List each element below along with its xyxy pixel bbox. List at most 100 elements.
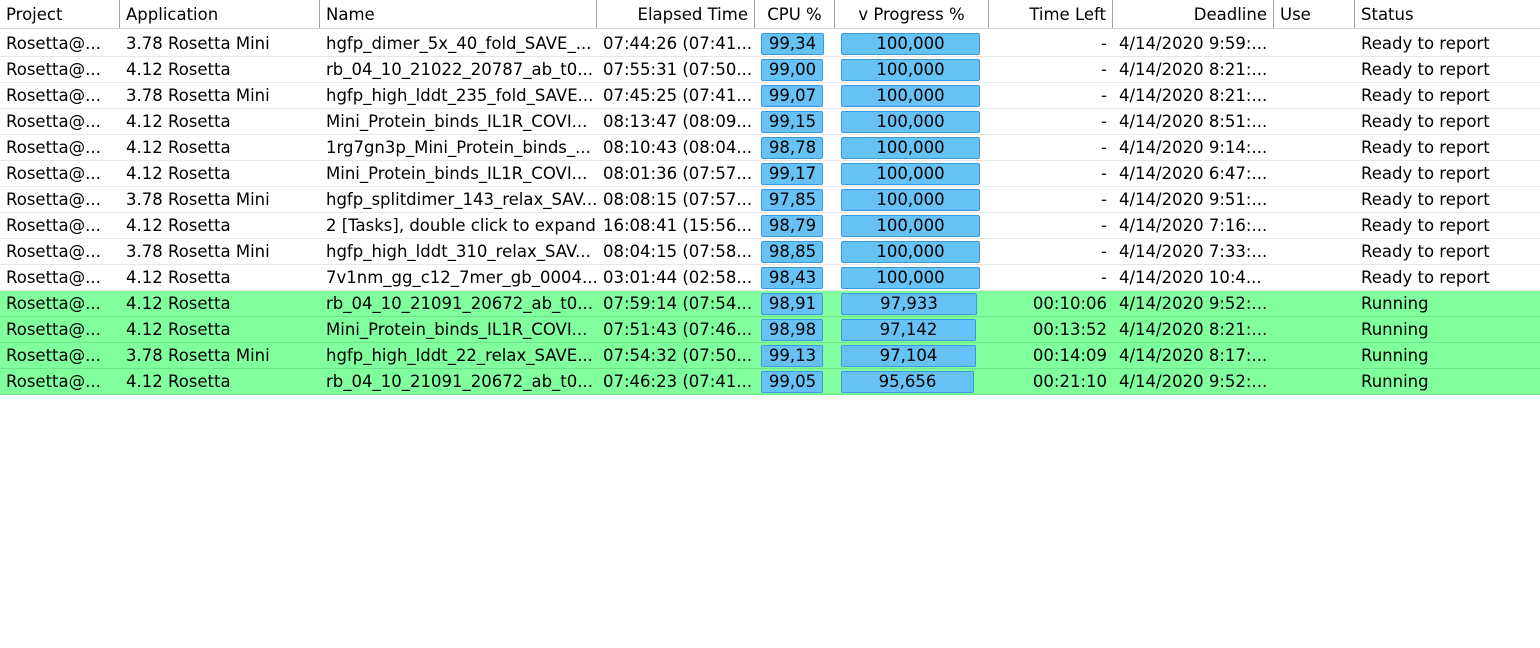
cell-name: hgfp_dimer_5x_40_fold_SAVE_...	[326, 34, 592, 53]
cell-name: rb_04_10_21022_20787_ab_t0...	[326, 60, 594, 79]
cell-status: Ready to report	[1361, 138, 1490, 157]
column-header-name[interactable]: Name	[320, 0, 597, 28]
cell-cpu: 99,15	[768, 112, 817, 131]
cell-time-left: -	[1101, 268, 1107, 287]
cell-deadline: 4/14/2020 8:21:...	[1119, 86, 1268, 105]
cell-time-left: 00:10:06	[1032, 294, 1107, 313]
cell-elapsed-time: 07:54:32 (07:50...	[603, 346, 753, 365]
cell-status: Ready to report	[1361, 60, 1490, 79]
table-row[interactable]: Rosetta@... 3.78 Rosetta Mini hgfp_high_ld…	[0, 83, 1540, 109]
cell-elapsed-time: 08:10:43 (08:04...	[603, 138, 753, 157]
cell-time-left: -	[1101, 242, 1107, 261]
cell-application: 3.78 Rosetta Mini	[126, 86, 270, 105]
cell-project: Rosetta@...	[6, 164, 101, 183]
cell-cpu: 98,43	[768, 268, 817, 287]
cell-deadline: 4/14/2020 10:4...	[1119, 268, 1262, 287]
cell-time-left: -	[1101, 138, 1107, 157]
cell-status: Running	[1361, 294, 1429, 313]
cell-use	[1274, 291, 1355, 316]
task-rows: Rosetta@... 3.78 Rosetta Mini hgfp_dimer_5…	[0, 31, 1540, 395]
cell-progress: 95,656	[878, 372, 937, 391]
cell-deadline: 4/14/2020 8:21:...	[1119, 60, 1268, 79]
column-header-progress[interactable]: v Progress %	[835, 0, 989, 28]
column-header-application[interactable]: Application	[120, 0, 320, 28]
cell-elapsed-time: 16:08:41 (15:56...	[603, 216, 753, 235]
column-header-elapsed-time[interactable]: Elapsed Time	[597, 0, 755, 28]
table-row[interactable]: Rosetta@... 4.12 Rosetta 1rg7gn3p_Mini_Pro…	[0, 135, 1540, 161]
cell-elapsed-time: 08:04:15 (07:58...	[603, 242, 753, 261]
cell-use	[1274, 135, 1355, 160]
cell-status: Ready to report	[1361, 242, 1490, 261]
cell-cpu: 98,79	[768, 216, 817, 235]
cell-deadline: 4/14/2020 9:52:...	[1119, 372, 1268, 391]
cell-project: Rosetta@...	[6, 190, 101, 209]
cell-cpu: 99,13	[768, 346, 817, 365]
table-row[interactable]: Rosetta@... 4.12 Rosetta rb_04_10_21022_20…	[0, 57, 1540, 83]
cell-name: 2 [Tasks], double click to expand	[326, 216, 596, 235]
cell-status: Ready to report	[1361, 34, 1490, 53]
cell-project: Rosetta@...	[6, 320, 101, 339]
table-row[interactable]: Rosetta@... 3.78 Rosetta Mini hgfp_dimer_5…	[0, 31, 1540, 57]
cell-progress: 100,000	[876, 138, 945, 157]
table-row[interactable]: Rosetta@... 4.12 Rosetta Mini_Protein_bind…	[0, 317, 1540, 343]
cell-use	[1274, 317, 1355, 342]
cell-name: hgfp_high_lddt_22_relax_SAVE...	[326, 346, 593, 365]
cell-application: 3.78 Rosetta Mini	[126, 34, 270, 53]
cell-use	[1274, 31, 1355, 56]
cell-progress: 100,000	[876, 60, 945, 79]
cell-name: hgfp_high_lddt_235_fold_SAVE...	[326, 86, 594, 105]
cell-progress: 100,000	[876, 112, 945, 131]
cell-application: 4.12 Rosetta	[126, 164, 231, 183]
cell-name: 1rg7gn3p_Mini_Protein_binds_...	[326, 138, 591, 157]
cell-application: 4.12 Rosetta	[126, 60, 231, 79]
cell-deadline: 4/14/2020 9:52:...	[1119, 294, 1268, 313]
cell-status: Ready to report	[1361, 86, 1490, 105]
cell-application: 4.12 Rosetta	[126, 112, 231, 131]
table-row[interactable]: Rosetta@... 4.12 Rosetta Mini_Protein_bind…	[0, 161, 1540, 187]
cell-application: 4.12 Rosetta	[126, 268, 231, 287]
cell-status: Ready to report	[1361, 190, 1490, 209]
cell-elapsed-time: 08:01:36 (07:57...	[603, 164, 753, 183]
cell-use	[1274, 109, 1355, 134]
cell-cpu: 98,85	[768, 242, 817, 261]
cell-project: Rosetta@...	[6, 268, 101, 287]
cell-elapsed-time: 08:08:15 (07:57...	[603, 190, 753, 209]
column-header-status[interactable]: Status	[1355, 0, 1540, 28]
table-row[interactable]: Rosetta@... 3.78 Rosetta Mini hgfp_high_ld…	[0, 343, 1540, 369]
cell-elapsed-time: 07:46:23 (07:41...	[603, 372, 753, 391]
cell-application: 3.78 Rosetta Mini	[126, 190, 270, 209]
column-header-use[interactable]: Use	[1274, 0, 1355, 28]
cell-use	[1274, 83, 1355, 108]
table-row[interactable]: Rosetta@... 4.12 Rosetta Mini_Protein_bind…	[0, 109, 1540, 135]
cell-elapsed-time: 07:55:31 (07:50...	[603, 60, 753, 79]
column-header-time-left[interactable]: Time Left	[989, 0, 1113, 28]
cell-deadline: 4/14/2020 8:51:...	[1119, 112, 1268, 131]
cell-elapsed-time: 08:13:47 (08:09...	[603, 112, 753, 131]
cell-progress: 100,000	[876, 242, 945, 261]
cell-deadline: 4/14/2020 9:59:...	[1119, 34, 1268, 53]
cell-elapsed-time: 07:51:43 (07:46...	[603, 320, 753, 339]
cell-cpu: 99,07	[768, 86, 817, 105]
cell-time-left: -	[1101, 34, 1107, 53]
cell-name: rb_04_10_21091_20672_ab_t0...	[326, 372, 594, 391]
table-row[interactable]: Rosetta@... 4.12 Rosetta rb_04_10_21091_20…	[0, 369, 1540, 395]
column-header-project[interactable]: Project	[0, 0, 120, 28]
cell-use	[1274, 187, 1355, 212]
cell-application: 4.12 Rosetta	[126, 294, 231, 313]
table-row[interactable]: Rosetta@... 4.12 Rosetta rb_04_10_21091_20…	[0, 291, 1540, 317]
table-row[interactable]: Rosetta@... 4.12 Rosetta 7v1nm_gg_c12_7mer…	[0, 265, 1540, 291]
cell-deadline: 4/14/2020 6:47:...	[1119, 164, 1268, 183]
cell-deadline: 4/14/2020 9:14:...	[1119, 138, 1268, 157]
cell-use	[1274, 57, 1355, 82]
column-header-deadline[interactable]: Deadline	[1113, 0, 1274, 28]
cell-use	[1274, 161, 1355, 186]
cell-name: 7v1nm_gg_c12_7mer_gb_0004...	[326, 268, 597, 287]
cell-progress: 97,933	[880, 294, 938, 313]
table-row[interactable]: Rosetta@... 4.12 Rosetta 2 [Tasks], double…	[0, 213, 1540, 239]
cell-deadline: 4/14/2020 8:21:...	[1119, 320, 1268, 339]
table-row[interactable]: Rosetta@... 3.78 Rosetta Mini hgfp_splitdi…	[0, 187, 1540, 213]
table-row[interactable]: Rosetta@... 3.78 Rosetta Mini hgfp_high_ld…	[0, 239, 1540, 265]
column-header-cpu[interactable]: CPU %	[755, 0, 835, 28]
cell-project: Rosetta@...	[6, 216, 101, 235]
cell-cpu: 98,98	[768, 320, 817, 339]
